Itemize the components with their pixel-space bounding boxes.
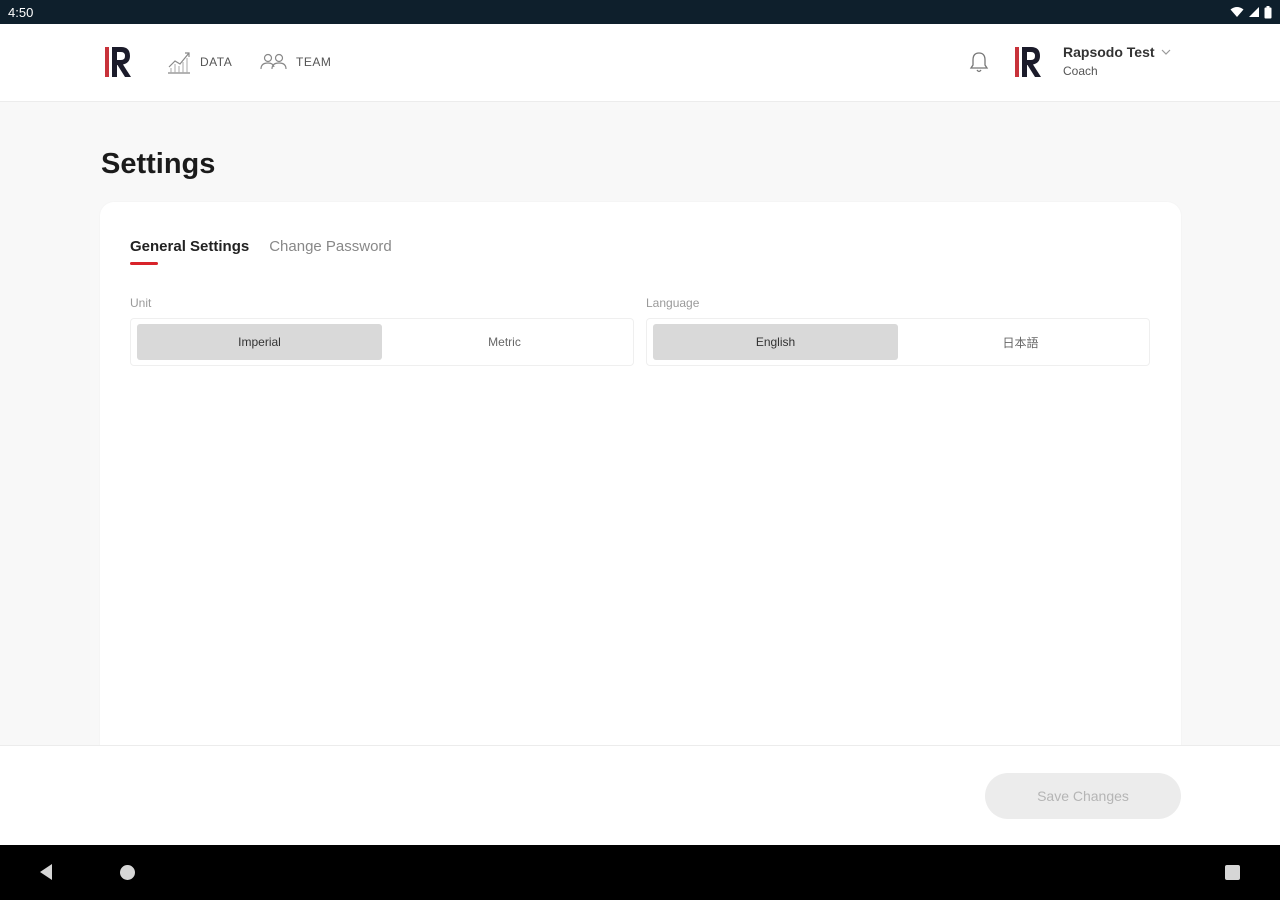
tab-general-settings[interactable]: General Settings — [130, 238, 249, 265]
user-menu[interactable]: Rapsodo Test Coach — [1063, 44, 1171, 78]
nav-team[interactable]: TEAM — [260, 48, 331, 76]
language-option-japanese[interactable]: 日本語 — [898, 324, 1143, 360]
footer-action-bar: Save Changes — [0, 745, 1280, 845]
nav-data-label: DATA — [200, 55, 233, 69]
nav-data[interactable]: DATA — [166, 48, 232, 76]
status-bar: 4:50 — [0, 0, 1280, 24]
unit-option-imperial[interactable]: Imperial — [137, 324, 382, 360]
status-icons — [1230, 5, 1272, 19]
tab-change-password[interactable]: Change Password — [269, 238, 392, 265]
language-option-english[interactable]: English — [653, 324, 898, 360]
home-icon[interactable] — [120, 865, 135, 880]
battery-icon — [1264, 5, 1272, 18]
save-changes-button[interactable]: Save Changes — [985, 773, 1181, 819]
page-title: Settings — [101, 148, 216, 180]
tab-general-settings-label: General Settings — [130, 238, 250, 255]
settings-tabs: General Settings Change Password — [130, 238, 392, 265]
user-role: Coach — [1063, 64, 1098, 78]
unit-option-metric[interactable]: Metric — [382, 324, 627, 360]
language-toggle: English 日本語 — [646, 318, 1150, 366]
team-icon — [260, 53, 287, 70]
tab-change-password-label: Change Password — [269, 238, 392, 255]
chart-icon — [168, 52, 190, 74]
chevron-down-icon — [1161, 49, 1170, 55]
status-time: 4:50 — [8, 4, 34, 20]
app-header: DATA TEAM Rapsodo Test Coach — [0, 24, 1280, 102]
rapsodo-logo[interactable] — [103, 44, 133, 80]
avatar[interactable] — [1013, 44, 1043, 80]
unit-toggle: Imperial Metric — [130, 318, 634, 366]
language-field: Language English 日本語 — [646, 296, 1150, 366]
language-label: Language — [646, 296, 700, 310]
nav-team-label: TEAM — [296, 55, 332, 69]
settings-card: General Settings Change Password Unit Im… — [100, 202, 1181, 762]
recents-icon[interactable] — [1225, 865, 1240, 880]
unit-label: Unit — [130, 296, 152, 310]
system-nav-bar — [0, 845, 1280, 900]
unit-field: Unit Imperial Metric — [130, 296, 634, 366]
user-name: Rapsodo Test — [1063, 44, 1155, 60]
back-icon[interactable] — [38, 863, 56, 881]
wifi-icon — [1230, 7, 1244, 17]
cell-signal-icon — [1249, 7, 1259, 17]
active-tab-indicator — [130, 262, 158, 265]
bell-icon[interactable] — [968, 50, 990, 74]
user-name-row: Rapsodo Test — [1063, 44, 1171, 60]
